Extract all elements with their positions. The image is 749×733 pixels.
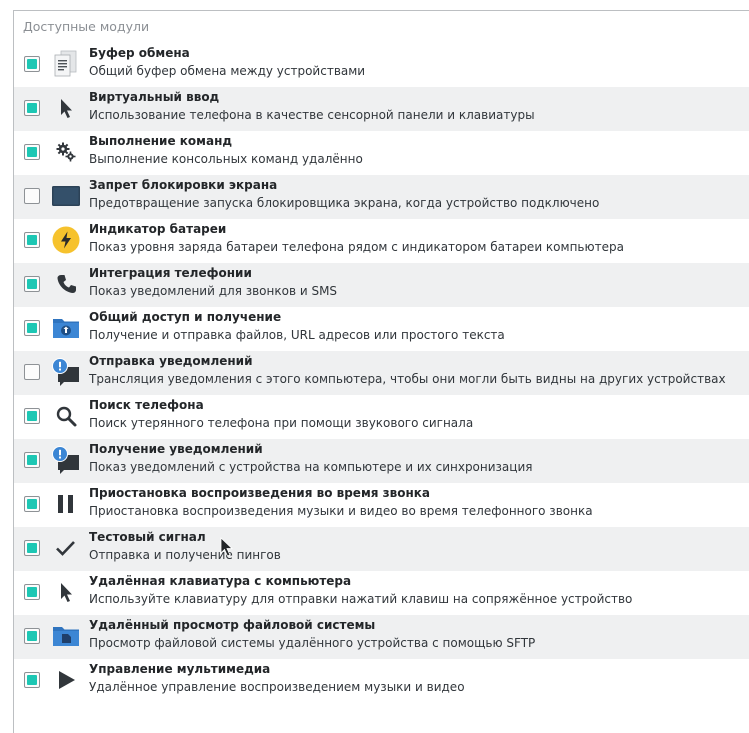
module-row-run-commands[interactable]: Выполнение команд Выполнение консольных … bbox=[14, 131, 749, 175]
module-row-clipboard[interactable]: Буфер обмена Общий буфер обмена между ус… bbox=[14, 43, 749, 87]
module-row-battery[interactable]: Индикатор батареи Показ уровня заряда ба… bbox=[14, 219, 749, 263]
module-name: Тестовый сигнал bbox=[89, 530, 206, 544]
module-name: Виртуальный ввод bbox=[89, 90, 220, 104]
notification-icon bbox=[52, 358, 80, 386]
pointer-icon bbox=[52, 578, 80, 606]
mouse-cursor-icon bbox=[220, 537, 234, 557]
module-description: Трансляция уведомления с этого компьютер… bbox=[89, 372, 726, 386]
module-checkbox-find-phone[interactable] bbox=[24, 408, 40, 424]
pointer-icon bbox=[52, 94, 80, 122]
module-name: Выполнение команд bbox=[89, 134, 233, 148]
module-name: Управление мультимедиа bbox=[89, 662, 271, 676]
remote-folder-icon bbox=[52, 622, 80, 650]
module-row-share[interactable]: Общий доступ и получение Получение и отп… bbox=[14, 307, 749, 351]
module-row-virtual-input[interactable]: Виртуальный ввод Использование телефона … bbox=[14, 87, 749, 131]
module-checkbox-screensaver-inhibit[interactable] bbox=[24, 188, 40, 204]
module-name: Общий доступ и получение bbox=[89, 310, 282, 324]
module-description: Использование телефона в качестве сенсор… bbox=[89, 108, 535, 122]
module-description: Отправка и получение пингов bbox=[89, 548, 281, 562]
gears-icon bbox=[52, 138, 80, 166]
module-name: Удалённый просмотр файловой системы bbox=[89, 618, 376, 632]
module-name: Отправка уведомлений bbox=[89, 354, 253, 368]
screen-icon bbox=[52, 182, 80, 210]
module-description: Просмотр файловой системы удалённого уст… bbox=[89, 636, 536, 650]
module-checkbox-pause-media[interactable] bbox=[24, 496, 40, 512]
module-checkbox-run-commands[interactable] bbox=[24, 144, 40, 160]
module-name: Получение уведомлений bbox=[89, 442, 263, 456]
module-description: Поиск утерянного телефона при помощи зву… bbox=[89, 416, 474, 430]
module-row-screensaver-inhibit[interactable]: Запрет блокировки экрана Предотвращение … bbox=[14, 175, 749, 219]
module-description: Приостановка воспроизведения музыки и ви… bbox=[89, 504, 593, 518]
module-checkbox-virtual-input[interactable] bbox=[24, 100, 40, 116]
module-description: Показ уровня заряда батареи телефона ряд… bbox=[89, 240, 624, 254]
module-row-multimedia[interactable]: Управление мультимедиа Удалённое управле… bbox=[14, 659, 749, 703]
module-row-remote-filesystem[interactable]: Удалённый просмотр файловой системы Прос… bbox=[14, 615, 749, 659]
module-checkbox-clipboard[interactable] bbox=[24, 56, 40, 72]
module-checkbox-receive-notifications[interactable] bbox=[24, 452, 40, 468]
module-row-find-phone[interactable]: Поиск телефона Поиск утерянного телефона… bbox=[14, 395, 749, 439]
module-checkbox-multimedia[interactable] bbox=[24, 672, 40, 688]
module-row-ping[interactable]: Тестовый сигнал Отправка и получение пин… bbox=[14, 527, 749, 571]
pause-icon bbox=[52, 490, 80, 518]
module-checkbox-send-notifications[interactable] bbox=[24, 364, 40, 380]
module-name: Интеграция телефонии bbox=[89, 266, 252, 280]
phone-icon bbox=[52, 270, 80, 298]
battery-bolt-icon bbox=[52, 226, 80, 254]
module-name: Буфер обмена bbox=[89, 46, 190, 60]
module-row-pause-media[interactable]: Приостановка воспроизведения во время зв… bbox=[14, 483, 749, 527]
module-row-send-notifications[interactable]: Отправка уведомлений Трансляция уведомле… bbox=[14, 351, 749, 395]
module-description: Показ уведомлений для звонков и SMS bbox=[89, 284, 338, 298]
notification-icon bbox=[52, 446, 80, 474]
module-checkbox-remote-filesystem[interactable] bbox=[24, 628, 40, 644]
module-description: Получение и отправка файлов, URL адресов… bbox=[89, 328, 505, 342]
search-icon bbox=[52, 402, 80, 430]
module-row-telephony[interactable]: Интеграция телефонии Показ уведомлений д… bbox=[14, 263, 749, 307]
module-name: Индикатор батареи bbox=[89, 222, 227, 236]
module-description: Общий буфер обмена между устройствами bbox=[89, 64, 366, 78]
module-row-receive-notifications[interactable]: Получение уведомлений Показ уведомлений … bbox=[14, 439, 749, 483]
module-checkbox-battery[interactable] bbox=[24, 232, 40, 248]
checkmark-icon bbox=[52, 534, 80, 562]
module-row-remote-keyboard[interactable]: Удалённая клавиатура с компьютера Исполь… bbox=[14, 571, 749, 615]
module-description: Предотвращение запуска блокировщика экра… bbox=[89, 196, 600, 210]
module-name: Поиск телефона bbox=[89, 398, 204, 412]
play-icon bbox=[52, 666, 80, 694]
panel-title: Доступные модули bbox=[23, 19, 150, 34]
module-checkbox-remote-keyboard[interactable] bbox=[24, 584, 40, 600]
module-name: Запрет блокировки экрана bbox=[89, 178, 278, 192]
module-description: Используйте клавиатуру для отправки нажа… bbox=[89, 592, 633, 606]
module-checkbox-share[interactable] bbox=[24, 320, 40, 336]
module-name: Приостановка воспроизведения во время зв… bbox=[89, 486, 430, 500]
module-name: Удалённая клавиатура с компьютера bbox=[89, 574, 352, 588]
module-description: Выполнение консольных команд удалённо bbox=[89, 152, 363, 166]
module-checkbox-ping[interactable] bbox=[24, 540, 40, 556]
shared-folder-icon bbox=[52, 314, 80, 342]
module-description: Удалённое управление воспроизведением му… bbox=[89, 680, 465, 694]
modules-list: Буфер обмена Общий буфер обмена между ус… bbox=[14, 43, 749, 703]
available-modules-panel: Доступные модули Буфер обмена Общий буфе… bbox=[13, 10, 749, 733]
module-description: Показ уведомлений с устройства на компью… bbox=[89, 460, 533, 474]
clipboard-icon bbox=[52, 50, 80, 78]
module-checkbox-telephony[interactable] bbox=[24, 276, 40, 292]
